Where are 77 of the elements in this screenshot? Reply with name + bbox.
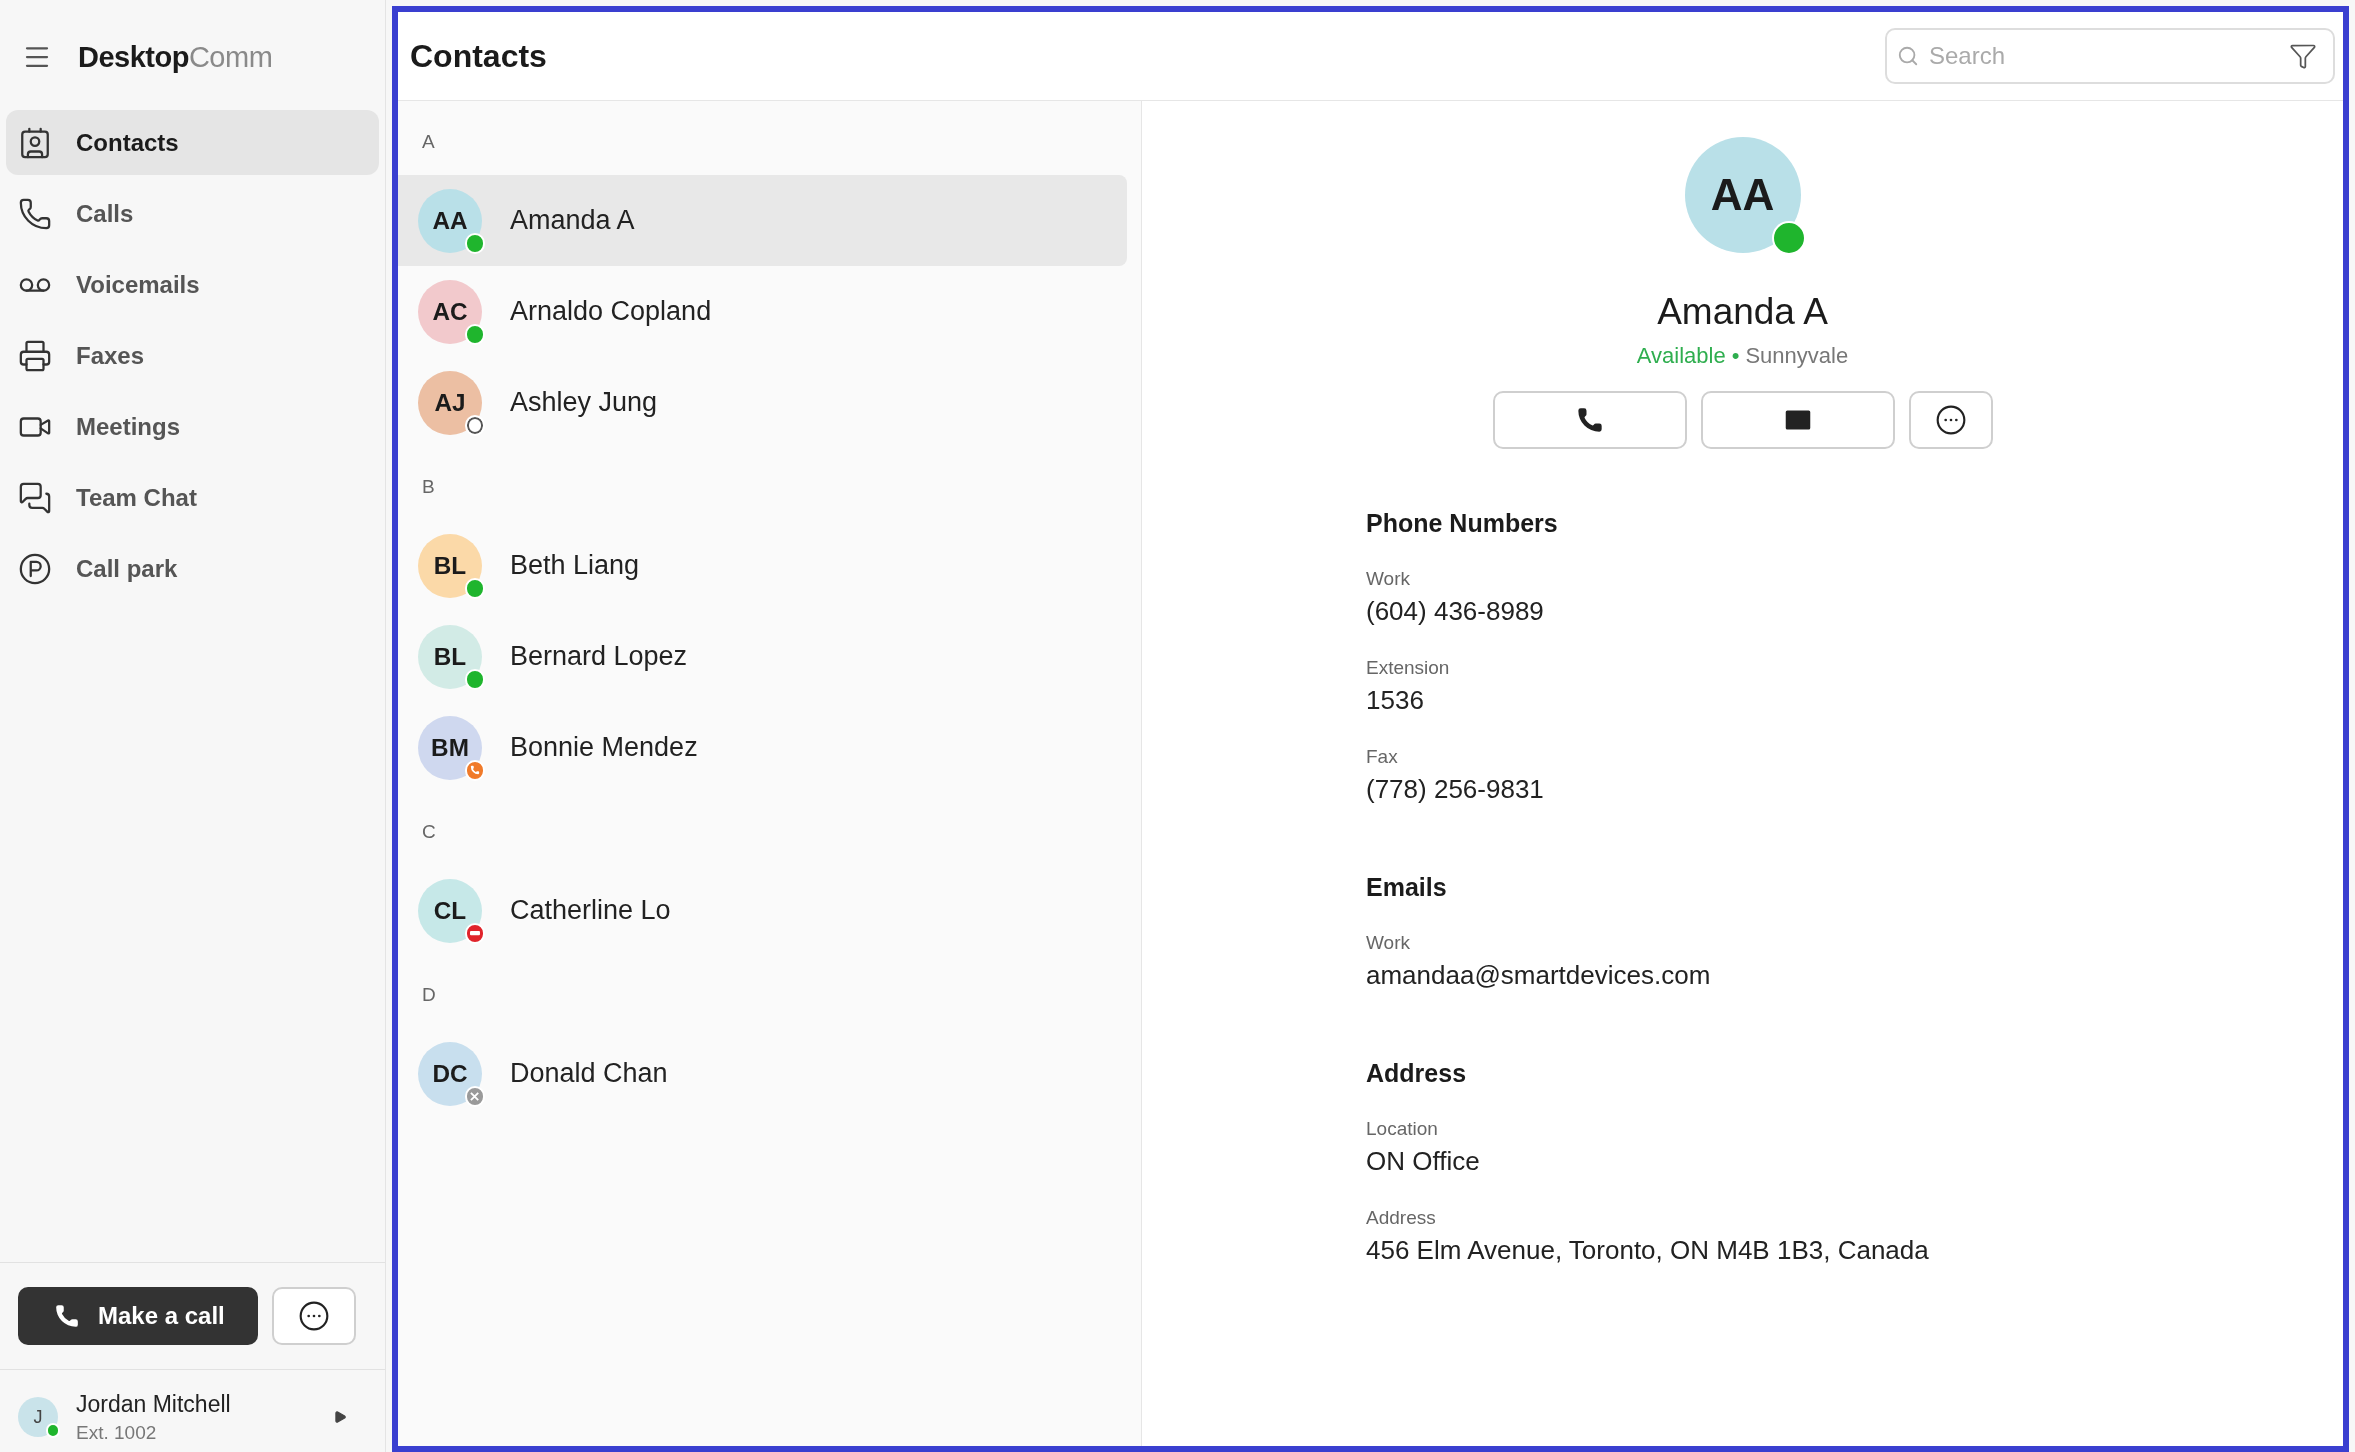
nav-item[interactable]: Voicemails xyxy=(6,252,379,317)
avatar: BL xyxy=(418,624,482,689)
contact-name: Donald Chan xyxy=(510,1058,668,1089)
availability-status: Available xyxy=(1636,343,1726,369)
contact-row[interactable]: BM Bonnie Mendez xyxy=(398,702,1127,793)
field-value: (604) 436-8989 xyxy=(1366,596,1545,627)
contact-name: Catherline Lo xyxy=(510,895,671,926)
section-letter: C xyxy=(422,821,436,842)
user-avatar: J xyxy=(18,1397,58,1437)
field-value: amandaa@smartdevices.com xyxy=(1366,960,1712,991)
user-extension: Ext. 1002 xyxy=(76,1421,158,1444)
contact-row[interactable]: CL Catherline Lo xyxy=(398,865,1127,956)
contact-row[interactable]: AJ Ashley Jung xyxy=(398,357,1127,448)
field-value: 1536 xyxy=(1366,685,1425,716)
app-logo: DesktopComm xyxy=(78,40,273,74)
filter-icon[interactable] xyxy=(2289,42,2317,70)
more-button[interactable] xyxy=(272,1287,356,1345)
field-label: Fax xyxy=(1366,746,1399,768)
contact-row[interactable]: AC Arnaldo Copland xyxy=(398,266,1127,357)
field-value: 456 Elm Avenue, Toronto, ON M4B 1B3, Canada xyxy=(1366,1235,1930,1266)
nav-item[interactable]: Meetings xyxy=(6,394,379,459)
search-field[interactable]: Search xyxy=(1885,28,2335,84)
field-value: ON Office xyxy=(1366,1146,1481,1177)
more-icon xyxy=(298,1300,330,1332)
avatar: CL xyxy=(418,878,482,943)
section-letter: D xyxy=(422,984,436,1005)
page-title: Contacts xyxy=(410,37,547,75)
contact-name: Ashley Jung xyxy=(510,387,658,418)
nav-item[interactable]: Team Chat xyxy=(6,465,379,530)
avatar: BL xyxy=(418,533,482,598)
search-icon xyxy=(1897,45,1919,67)
more-icon xyxy=(1934,404,1967,436)
user-name: Jordan Mitchell xyxy=(76,1390,232,1418)
nav-item[interactable]: Calls xyxy=(6,181,379,246)
section-title: Phone Numbers xyxy=(1366,509,1559,538)
contact-name: Bernard Lopez xyxy=(510,641,688,672)
nav-item[interactable]: Faxes xyxy=(6,323,379,388)
contact-name: Beth Liang xyxy=(510,550,640,581)
location-text: Sunnyvale xyxy=(1745,343,1849,369)
parking-icon xyxy=(18,551,52,586)
avatar: AJ xyxy=(418,370,482,435)
chat-bubbles-icon xyxy=(18,480,52,515)
contact-row[interactable]: DC Donald Chan xyxy=(398,1028,1127,1119)
field-label: Work xyxy=(1366,932,1411,954)
expand-arrow-icon[interactable] xyxy=(333,1410,347,1424)
section-letter: B xyxy=(422,476,435,497)
contact-row[interactable]: BL Bernard Lopez xyxy=(398,611,1127,702)
contact-name: Bonnie Mendez xyxy=(510,732,698,763)
fax-machine-icon xyxy=(18,338,52,373)
field-label: Location xyxy=(1366,1118,1439,1140)
section-letter: A xyxy=(422,131,435,152)
phone-icon xyxy=(1575,406,1604,434)
field-value: (778) 256-9831 xyxy=(1366,774,1545,805)
field-label: Address xyxy=(1366,1207,1437,1229)
avatar: BM xyxy=(418,715,482,780)
contact-row[interactable]: AA Amanda A xyxy=(398,175,1127,266)
nav-item[interactable]: Call park xyxy=(6,536,379,601)
contact-name: Amanda A xyxy=(1657,291,1828,333)
more-button[interactable] xyxy=(1908,391,1993,449)
field-label: Work xyxy=(1366,568,1411,590)
field-label: Extension xyxy=(1366,657,1451,679)
email-button[interactable] xyxy=(1700,391,1895,449)
avatar: AC xyxy=(418,279,482,344)
separator-dot: • xyxy=(1731,343,1740,369)
avatar: AA xyxy=(1684,137,1801,253)
contact-card-icon xyxy=(18,125,52,160)
contact-row[interactable]: BL Beth Liang xyxy=(398,520,1127,611)
avatar: AA xyxy=(418,188,482,253)
contact-name: Arnaldo Copland xyxy=(510,296,712,327)
avatar: DC xyxy=(418,1041,482,1106)
section-title: Address xyxy=(1366,1059,1468,1088)
make-call-button[interactable]: Make a call xyxy=(18,1287,258,1345)
contact-name: Amanda A xyxy=(510,205,635,236)
phone-icon xyxy=(54,1303,80,1329)
phone-icon xyxy=(18,196,52,231)
nav-item[interactable]: Contacts xyxy=(6,110,379,175)
section-title: Emails xyxy=(1366,873,1448,902)
